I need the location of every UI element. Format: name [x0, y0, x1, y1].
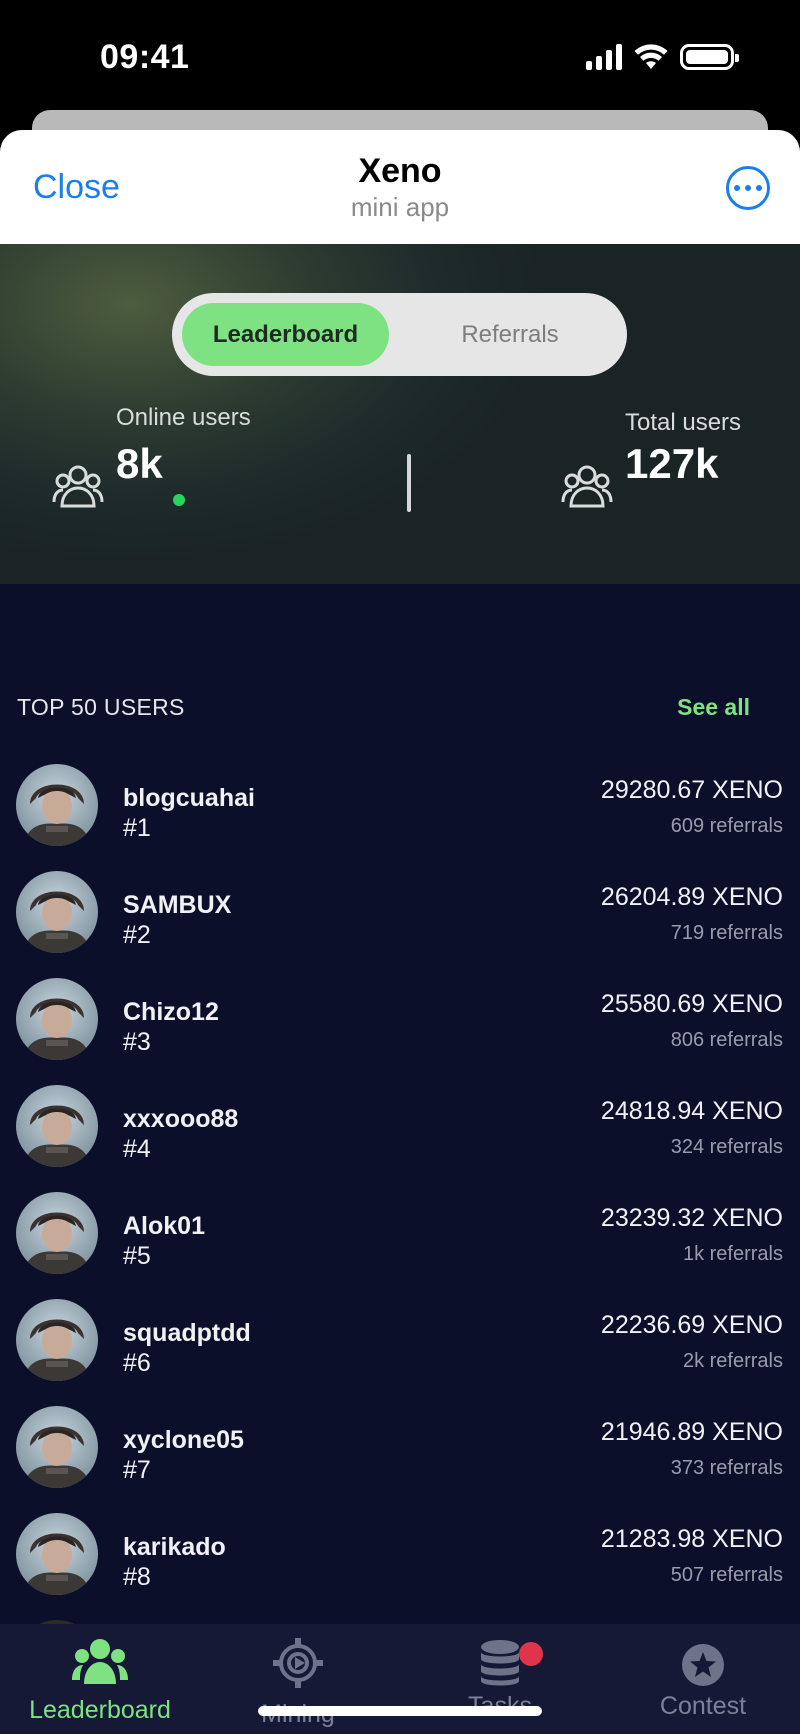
total-users-label: Total users	[625, 409, 742, 436]
battery-icon	[680, 44, 739, 70]
rank: #7	[123, 1456, 151, 1484]
rank: #5	[123, 1242, 151, 1270]
nav-mining[interactable]: Mining	[198, 1624, 398, 1734]
referral-count: 373 referrals	[670, 1457, 783, 1479]
xeno-amount: 29280.67 XENO	[600, 776, 783, 804]
rank: #6	[123, 1349, 151, 1377]
avatar	[16, 1085, 98, 1167]
referral-count: 1k referrals	[682, 1243, 783, 1265]
rank: #8	[123, 1563, 151, 1591]
view-switcher: Leaderboard Referrals	[172, 293, 627, 376]
avatar	[16, 1299, 98, 1381]
leaderboard-row[interactable]: squadptdd #6 22236.69 XENO 2k referrals	[0, 1289, 800, 1396]
mini-app-header: Close Xeno mini app	[0, 130, 800, 244]
username: karikado	[123, 1533, 226, 1561]
tab-referrals[interactable]: Referrals	[405, 303, 615, 366]
username: squadptdd	[123, 1319, 251, 1347]
xeno-amount: 24818.94 XENO	[600, 1097, 783, 1125]
avatar	[16, 871, 98, 953]
leaderboard-row[interactable]: Alok01 #5 23239.32 XENO 1k referrals	[0, 1182, 800, 1289]
rank: #1	[123, 814, 151, 842]
status-icons	[586, 44, 739, 70]
nav-leaderboard[interactable]: Leaderboard	[0, 1624, 200, 1734]
wifi-icon	[634, 44, 668, 69]
star-badge-icon	[682, 1644, 724, 1686]
status-time: 09:41	[100, 38, 190, 76]
see-all-link[interactable]: See all	[677, 694, 750, 721]
xeno-amount: 21946.89 XENO	[600, 1418, 783, 1446]
stats-divider	[407, 454, 411, 512]
status-bar: 09:41	[0, 0, 800, 110]
username: Alok01	[123, 1212, 205, 1240]
leaderboard-row[interactable]: xyclone05 #7 21946.89 XENO 373 referrals	[0, 1396, 800, 1503]
xeno-amount: 21283.98 XENO	[600, 1525, 783, 1553]
avatar	[16, 978, 98, 1060]
referral-count: 806 referrals	[670, 1029, 783, 1051]
nav-label: Contest	[659, 1692, 747, 1720]
mining-gear-icon	[273, 1638, 323, 1688]
username: xxxooo88	[123, 1105, 239, 1133]
coins-stack-icon	[481, 1640, 519, 1686]
dot-icon	[745, 185, 751, 191]
nav-tasks[interactable]: Tasks	[400, 1624, 600, 1734]
xeno-amount: 25580.69 XENO	[600, 990, 783, 1018]
referral-count: 609 referrals	[670, 815, 783, 837]
section-title: TOP 50 USERS	[17, 694, 185, 720]
users-group-icon	[561, 465, 613, 508]
referral-count: 324 referrals	[670, 1136, 783, 1158]
tab-leaderboard[interactable]: Leaderboard	[182, 303, 389, 366]
nav-contest[interactable]: Contest	[603, 1624, 800, 1734]
leaderboard-list[interactable]: TOP 50 USERS See all blogcuahai #1 29280.6…	[0, 584, 800, 1624]
notification-badge	[519, 1642, 543, 1666]
username: Chizo12	[123, 998, 219, 1026]
username: xyclone05	[123, 1426, 244, 1454]
leaderboard-row[interactable]: xxxooo88 #4 24818.94 XENO 324 referrals	[0, 1075, 800, 1182]
avatar	[16, 1513, 98, 1595]
rank: #4	[123, 1135, 151, 1163]
rank: #2	[123, 921, 151, 949]
xeno-amount: 26204.89 XENO	[600, 883, 783, 911]
leaderboard-row[interactable]: Chizo12 #3 25580.69 XENO 806 referrals	[0, 968, 800, 1075]
xeno-amount: 23239.32 XENO	[600, 1204, 783, 1232]
more-options-button[interactable]	[726, 166, 770, 210]
leaderboard-row[interactable]: blogcuahai #1 29280.67 XENO 609 referrals	[0, 754, 800, 861]
total-users-value: 127k	[625, 440, 719, 487]
rank: #3	[123, 1028, 151, 1056]
nav-label: Leaderboard	[29, 1696, 171, 1724]
online-status-dot	[173, 494, 185, 506]
username: SAMBUX	[123, 891, 232, 919]
xeno-amount: 22236.69 XENO	[600, 1311, 783, 1339]
referral-count: 507 referrals	[670, 1564, 783, 1586]
avatar	[16, 764, 98, 846]
online-users-value: 8k	[116, 440, 163, 487]
dot-icon	[734, 185, 740, 191]
online-users-label: Online users	[116, 404, 251, 431]
stats-hero: Leaderboard Referrals Online users 8k To…	[0, 244, 800, 584]
referral-count: 2k referrals	[682, 1350, 783, 1372]
cellular-signal-icon	[586, 44, 622, 70]
avatar	[16, 1192, 98, 1274]
leaderboard-row[interactable]: karikado #8 21283.98 XENO 507 referrals	[0, 1503, 800, 1610]
dot-icon	[756, 185, 762, 191]
bottom-nav: Leaderboard Mining Tasks	[0, 1624, 800, 1734]
users-icon	[72, 1639, 128, 1684]
home-indicator	[258, 1706, 542, 1716]
users-group-icon	[52, 465, 104, 508]
username: blogcuahai	[123, 784, 255, 812]
referral-count: 719 referrals	[670, 922, 783, 944]
app-title: Xeno	[358, 152, 442, 190]
app-subtitle: mini app	[350, 192, 450, 222]
leaderboard-row[interactable]: SAMBUX #2 26204.89 XENO 719 referrals	[0, 861, 800, 968]
avatar	[16, 1406, 98, 1488]
